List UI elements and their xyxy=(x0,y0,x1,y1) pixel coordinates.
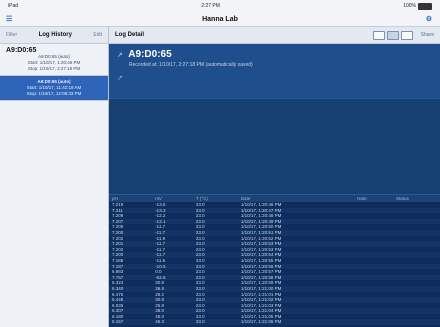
battery-percent: 100% xyxy=(403,3,416,9)
detail-nav: Log Detail Share xyxy=(109,27,440,44)
table-cell: 6.157 xyxy=(109,319,153,326)
device-name: A9:D0:65 xyxy=(128,49,172,60)
column-header: mV xyxy=(152,195,193,202)
log-list-item[interactable]: A9:D0:65 A9:D0:65 (auto) Start: 1/10/17, 1… xyxy=(0,44,108,76)
app-window: iPad 2:27 PM 100% ☰ Hanna Lab ⚙ Filter L… xyxy=(0,0,440,327)
detail-title: Log Detail xyxy=(115,32,145,38)
table-cell: 23.0 xyxy=(192,319,238,326)
log-list: A9:D0:65 A9:D0:65 (auto) Start: 1/10/17, 1… xyxy=(0,44,108,101)
sidebar-title: Log History xyxy=(38,32,72,38)
column-header: Note xyxy=(354,195,394,202)
filter-button[interactable]: Filter xyxy=(6,32,17,38)
main-split: Filter Log History Edit A9:D0:65 A9:D0:65… xyxy=(0,27,440,327)
share-button[interactable]: Share xyxy=(421,32,434,38)
log-list-item[interactable]: A9:D0:65 (auto) Start: 1/10/17, 11:42:18 … xyxy=(0,76,108,101)
log-item-name: A9:D0:65 xyxy=(6,47,37,54)
view-segmented-control[interactable] xyxy=(372,30,413,40)
expand-icon[interactable]: ↗ xyxy=(117,74,123,82)
table-header: pH mV T (°C) Date Note Status xyxy=(109,195,440,202)
device-name-row: ↗ A9:D0:65 xyxy=(117,49,432,60)
table-cell: 1/10/17, 1:21:06 PM xyxy=(237,319,355,326)
column-header: T (°C) xyxy=(192,195,238,202)
sidebar-nav: Filter Log History Edit xyxy=(0,27,108,44)
table-cell xyxy=(354,319,394,326)
link-icon: ↗ xyxy=(117,52,123,59)
battery: 100% xyxy=(403,2,432,10)
device-header: ↗ A9:D0:65 Recorded at: 1/10/17, 2:27:18… xyxy=(109,44,440,98)
column-header: pH xyxy=(109,195,153,202)
battery-icon xyxy=(418,2,432,10)
segment-table[interactable] xyxy=(400,30,413,40)
log-history-sidebar: Filter Log History Edit A9:D0:65 A9:D0:65… xyxy=(0,27,109,327)
segment-list[interactable] xyxy=(372,30,385,40)
carrier-label: iPad xyxy=(8,3,19,9)
table-row[interactable]: 6.157 46.3 23.0 1/10/17, 1:21:06 PM xyxy=(109,319,440,326)
edit-button[interactable]: Edit xyxy=(93,32,102,38)
chart-area xyxy=(109,98,440,195)
app-title: Hanna Lab xyxy=(202,15,238,23)
table-cell xyxy=(393,319,440,326)
log-detail-panel: Log Detail Share ↗ A9:D0:65 Recorded at:… xyxy=(109,27,440,327)
sidebar-icon[interactable]: ☰ xyxy=(6,15,12,23)
app-titlebar: ☰ Hanna Lab ⚙ xyxy=(0,12,440,27)
gear-icon[interactable]: ⚙ xyxy=(426,15,432,23)
table-cell: 46.3 xyxy=(152,319,193,326)
log-item-line: Stop: 1/10/17, 12:08:33 PM xyxy=(26,91,82,96)
clock: 2:27 PM xyxy=(201,3,220,9)
column-header: Status xyxy=(393,195,440,202)
segment-chart[interactable] xyxy=(386,30,399,40)
recorded-at: Recorded at: 1/10/17, 2:27:18 PM (automa… xyxy=(129,62,253,68)
log-item-line: Stop: 1/10/17, 2:27:18 PM xyxy=(27,66,81,71)
log-table: pH mV T (°C) Date Note Status 7.219 -13.6 23.0 1… xyxy=(109,195,440,326)
column-header: Date xyxy=(237,195,355,202)
status-bar: iPad 2:27 PM 100% xyxy=(0,0,440,12)
